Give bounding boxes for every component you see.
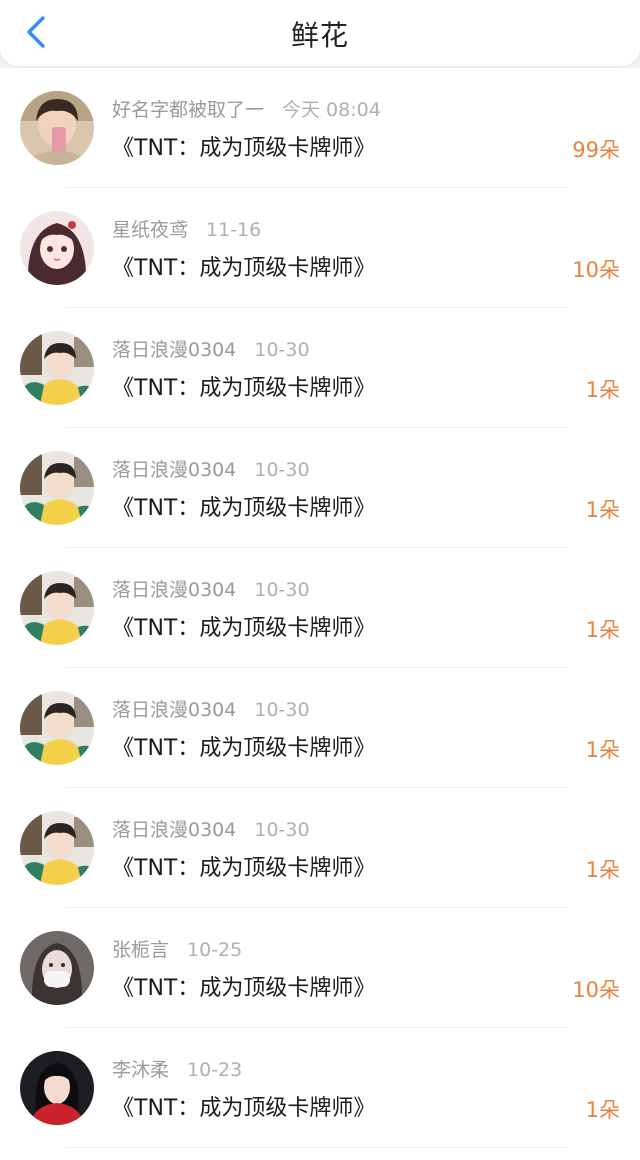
date: 10-23 (187, 1059, 243, 1081)
book-title[interactable]: 《TNT：成为顶级卡牌师》 (112, 370, 375, 402)
username[interactable]: 落日浪漫0304 (112, 699, 236, 721)
list-item[interactable]: 张栀言 10-25 《TNT：成为顶级卡牌师》 10朵 (0, 908, 640, 1028)
book-title[interactable]: 《TNT：成为顶级卡牌师》 (112, 130, 375, 162)
page-title: 鲜花 (290, 19, 349, 52)
flower-count: 1朵 (585, 858, 620, 882)
book-title[interactable]: 《TNT：成为顶级卡牌师》 (112, 850, 375, 882)
avatar[interactable] (20, 451, 94, 525)
list-item[interactable]: 落日浪漫0304 10-30 《TNT：成为顶级卡牌师》 1朵 (0, 788, 640, 908)
list-item[interactable]: 好名字都被取了一 今天 08:04 《TNT：成为顶级卡牌师》 99朵 (0, 68, 640, 188)
username[interactable]: 李沐柔 (112, 1059, 169, 1081)
date: 今天 08:04 (282, 99, 381, 121)
user-meta: 落日浪漫0304 10-30 (112, 815, 310, 842)
user-meta: 落日浪漫0304 10-30 (112, 455, 310, 482)
avatar[interactable] (20, 331, 94, 405)
username[interactable]: 落日浪漫0304 (112, 819, 236, 841)
book-title[interactable]: 《TNT：成为顶级卡牌师》 (112, 250, 375, 282)
user-meta: 星纸夜鸢 11-16 (112, 215, 261, 242)
flower-count: 1朵 (585, 378, 620, 402)
user-meta: 落日浪漫0304 10-30 (112, 695, 310, 722)
date: 11-16 (206, 219, 262, 241)
date: 10-30 (254, 579, 310, 601)
book-title[interactable]: 《TNT：成为顶级卡牌师》 (112, 1090, 375, 1122)
username[interactable]: 落日浪漫0304 (112, 459, 236, 481)
list-item[interactable]: 落日浪漫0304 10-30 《TNT：成为顶级卡牌师》 1朵 (0, 308, 640, 428)
list-item[interactable]: 落日浪漫0304 10-30 《TNT：成为顶级卡牌师》 1朵 (0, 548, 640, 668)
list-item[interactable]: 星纸夜鸢 11-16 《TNT：成为顶级卡牌师》 10朵 (0, 188, 640, 308)
avatar[interactable] (20, 811, 94, 885)
date: 10-30 (254, 339, 310, 361)
avatar[interactable] (20, 571, 94, 645)
flower-count: 99朵 (572, 138, 620, 162)
username[interactable]: 星纸夜鸢 (112, 219, 188, 241)
username[interactable]: 好名字都被取了一 (112, 99, 264, 121)
user-meta: 好名字都被取了一 今天 08:04 (112, 95, 381, 122)
avatar[interactable] (20, 1051, 94, 1125)
username[interactable]: 落日浪漫0304 (112, 339, 236, 361)
date: 10-30 (254, 819, 310, 841)
flower-record-list: 好名字都被取了一 今天 08:04 《TNT：成为顶级卡牌师》 99朵星纸夜鸢 11-1… (0, 68, 640, 1160)
divider (66, 1147, 568, 1148)
username[interactable]: 张栀言 (112, 939, 169, 961)
list-item[interactable]: 落日浪漫0304 10-30 《TNT：成为顶级卡牌师》 1朵 (0, 428, 640, 548)
date: 10-25 (187, 939, 243, 961)
flower-count: 10朵 (572, 978, 620, 1002)
avatar[interactable] (20, 91, 94, 165)
date: 10-30 (254, 699, 310, 721)
date: 10-30 (254, 459, 310, 481)
avatar[interactable] (20, 931, 94, 1005)
avatar[interactable] (20, 691, 94, 765)
flower-count: 1朵 (585, 618, 620, 642)
flower-count: 10朵 (572, 258, 620, 282)
user-meta: 落日浪漫0304 10-30 (112, 335, 310, 362)
user-meta: 李沐柔 10-23 (112, 1055, 242, 1082)
flower-count: 1朵 (585, 1098, 620, 1122)
book-title[interactable]: 《TNT：成为顶级卡牌师》 (112, 970, 375, 1002)
top-bar: 鲜花 (0, 0, 640, 66)
book-title[interactable]: 《TNT：成为顶级卡牌师》 (112, 730, 375, 762)
list-item[interactable]: 落日浪漫0304 10-30 《TNT：成为顶级卡牌师》 1朵 (0, 668, 640, 788)
flower-count: 1朵 (585, 498, 620, 522)
user-meta: 张栀言 10-25 (112, 935, 242, 962)
username[interactable]: 落日浪漫0304 (112, 579, 236, 601)
user-meta: 落日浪漫0304 10-30 (112, 575, 310, 602)
list-item[interactable]: 李沐柔 10-23 《TNT：成为顶级卡牌师》 1朵 (0, 1028, 640, 1148)
book-title[interactable]: 《TNT：成为顶级卡牌师》 (112, 490, 375, 522)
book-title[interactable]: 《TNT：成为顶级卡牌师》 (112, 610, 375, 642)
avatar[interactable] (20, 211, 94, 285)
flower-count: 1朵 (585, 738, 620, 762)
